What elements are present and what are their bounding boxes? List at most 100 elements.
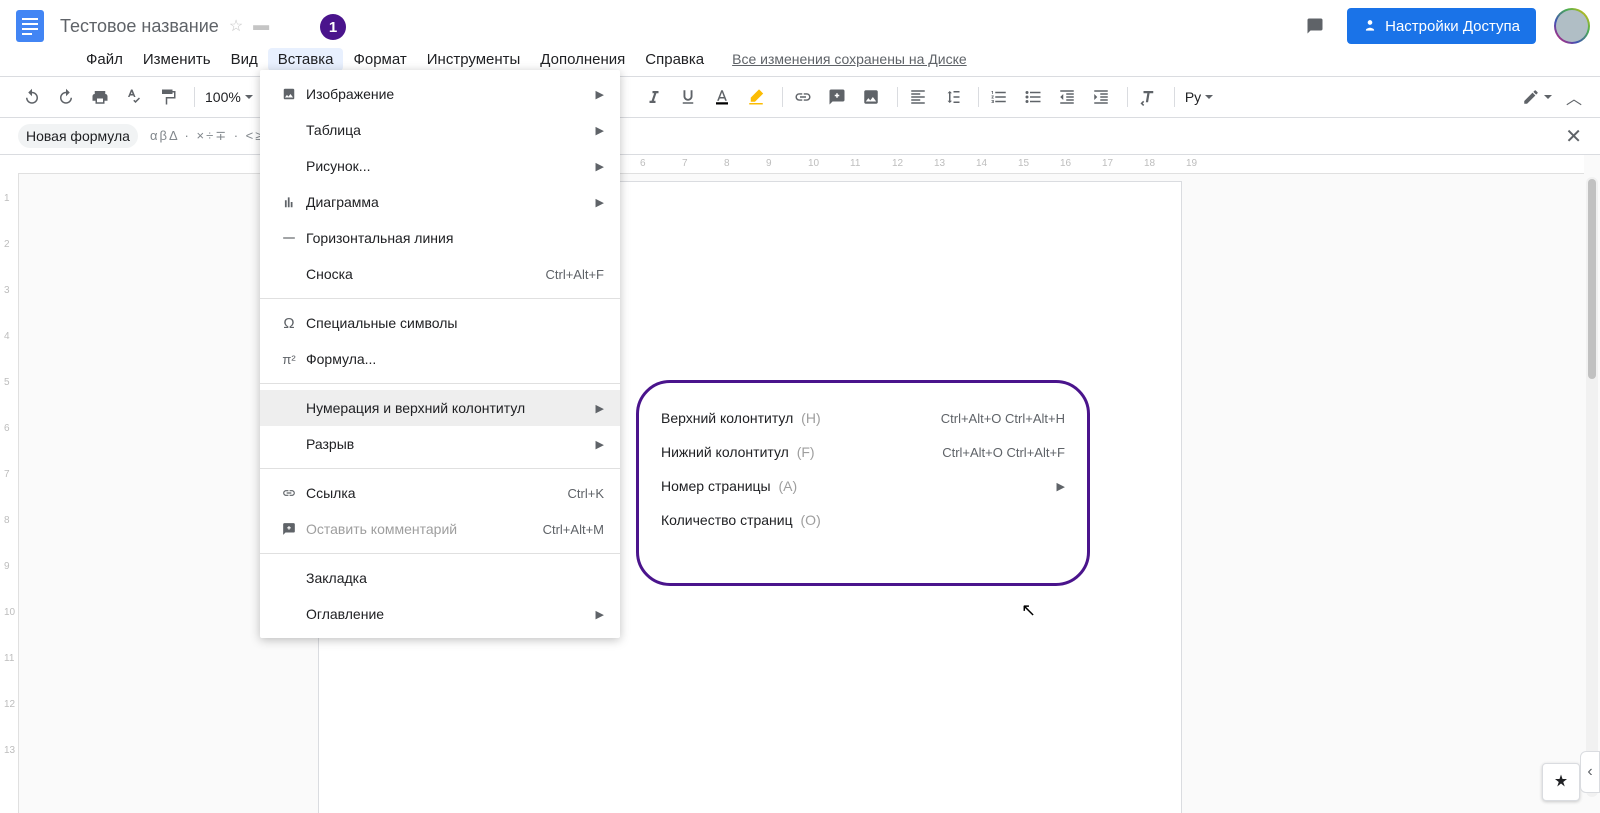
submenu-arrow-icon: ▶ [596,438,604,451]
input-language[interactable]: Ру [1181,89,1217,105]
add-comment-button[interactable] [823,83,851,111]
ruler-tick: 11 [850,158,860,169]
italic-button[interactable] [640,83,668,111]
save-status[interactable]: Все изменения сохранены на Диске [732,51,967,67]
explore-button[interactable] [1542,763,1580,801]
ruler-tick: 6 [640,158,646,169]
align-button[interactable] [904,83,932,111]
menu-separator [260,553,620,554]
menu-item-label: Формула... [306,351,604,367]
side-panel-toggle[interactable]: ‹ [1580,751,1600,793]
omega-icon: Ω [276,315,302,332]
submenu-arrow-icon: ▶ [596,124,604,137]
increase-indent-button[interactable] [1087,83,1115,111]
bulleted-list-button[interactable] [1019,83,1047,111]
menu-file[interactable]: Файл [76,48,133,71]
menu-item[interactable]: Оставить комментарийCtrl+Alt+M [260,511,620,547]
vruler-tick: 5 [4,377,10,388]
line-spacing-button[interactable] [938,83,966,111]
vruler-tick: 12 [4,699,15,710]
comment-icon [276,522,302,536]
account-avatar[interactable] [1554,8,1590,44]
scroll-thumb[interactable] [1588,179,1596,379]
doc-title[interactable]: Тестовое название [60,16,219,37]
formula-symbol-groups[interactable]: αβΔ · ×÷∓ · <≥ [150,128,264,144]
menu-addons[interactable]: Дополнения [530,48,635,71]
submenu-item[interactable]: Нижний колонтитул (F)Ctrl+Alt+O Ctrl+Alt… [661,435,1065,469]
menu-item[interactable]: Изображение▶ [260,76,620,112]
vruler-tick: 6 [4,423,10,434]
vruler-tick: 4 [4,331,10,342]
menu-bar: Файл Изменить Вид Вставка Формат Инструм… [0,46,1600,72]
vruler-tick: 7 [4,469,10,480]
menu-tools[interactable]: Инструменты [417,48,531,71]
collapse-toolbar-icon[interactable]: ︿ [1566,85,1582,109]
menu-item-label: Таблица [306,122,588,138]
menu-item[interactable]: Закладка [260,560,620,596]
menu-shortcut: Ctrl+Alt+F [545,267,604,282]
highlight-button[interactable] [742,83,770,111]
text-color-button[interactable] [708,83,736,111]
numbered-list-button[interactable] [985,83,1013,111]
menu-separator [260,298,620,299]
submenu-item[interactable]: Верхний колонтитул (H)Ctrl+Alt+O Ctrl+Al… [661,401,1065,435]
equation-toolbar: Новая формула αβΔ · ×÷∓ · <≥ ✕ [0,118,1600,155]
close-equation-bar-icon[interactable]: ✕ [1565,124,1582,149]
redo-button[interactable] [52,83,80,111]
menu-item[interactable]: Разрыв ▶ [260,426,620,462]
menu-item[interactable]: Горизонтальная линия [260,220,620,256]
ruler-tick: 14 [976,158,987,169]
ruler-tick: 8 [724,158,730,169]
link-button[interactable] [789,83,817,111]
menu-edit[interactable]: Изменить [133,48,221,71]
ruler-tick: 9 [766,158,772,169]
docs-app-icon[interactable] [10,6,50,46]
share-label: Настройки Доступа [1385,18,1520,35]
submenu-item[interactable]: Номер страницы (A)▶ [661,469,1065,503]
vertical-ruler[interactable]: 12345678910111213 [0,173,19,813]
editing-mode-button[interactable] [1522,88,1552,106]
chart-icon [276,195,302,209]
ruler-tick: 19 [1186,158,1197,169]
format-paint-button[interactable] [154,83,182,111]
submenu-label: Верхний колонтитул (H) [661,410,941,426]
menu-item[interactable]: π²Формула... [260,341,620,377]
clear-format-button[interactable] [1134,83,1162,111]
decrease-indent-button[interactable] [1053,83,1081,111]
vruler-tick: 13 [4,745,15,756]
share-button[interactable]: Настройки Доступа [1347,8,1536,44]
menu-item[interactable]: СноскаCtrl+Alt+F [260,256,620,292]
menu-item[interactable]: Нумерация и верхний колонтитул▶ [260,390,620,426]
menu-item[interactable]: Таблица ▶ [260,112,620,148]
vertical-scrollbar[interactable] [1586,177,1598,797]
zoom-select[interactable]: 100% [201,89,257,105]
star-icon[interactable]: ☆ [229,16,243,36]
menu-insert[interactable]: Вставка [268,48,344,71]
vruler-tick: 11 [4,653,14,664]
menu-view[interactable]: Вид [221,48,268,71]
callout-1: 1 [320,14,346,40]
image-icon [276,87,302,101]
menu-item-label: Специальные символы [306,315,604,331]
menu-item[interactable]: Оглавление▶ [260,596,620,632]
menu-format[interactable]: Формат [343,48,416,71]
comment-history-button[interactable] [1297,8,1333,44]
submenu-label: Нижний колонтитул (F) [661,444,942,460]
menu-item[interactable]: СсылкаCtrl+K [260,475,620,511]
formula-label[interactable]: Новая формула [18,124,138,148]
undo-button[interactable] [18,83,46,111]
menu-item[interactable]: Диаграмма▶ [260,184,620,220]
spellcheck-button[interactable] [120,83,148,111]
menu-help[interactable]: Справка [635,48,714,71]
underline-button[interactable] [674,83,702,111]
horizontal-ruler[interactable]: 678910111213141516171819 [0,155,1584,174]
menu-item[interactable]: Рисунок... ▶ [260,148,620,184]
submenu-item[interactable]: Количество страниц (O) [661,503,1065,537]
print-button[interactable] [86,83,114,111]
move-folder-icon[interactable]: ▬ [253,17,269,35]
menu-item[interactable]: ΩСпециальные символы [260,305,620,341]
menu-item-label: Рисунок... [306,158,588,174]
submenu-arrow-icon: ▶ [596,160,604,173]
insert-image-button[interactable] [857,83,885,111]
menu-item-label: Разрыв [306,436,588,452]
